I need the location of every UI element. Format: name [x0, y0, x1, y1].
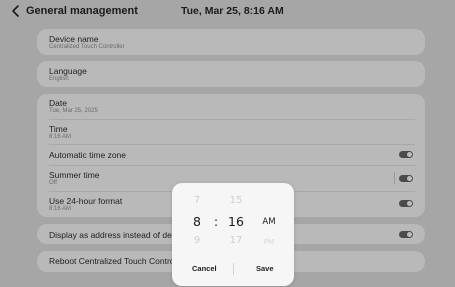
ampm-selected: AM — [262, 217, 276, 227]
time-row[interactable]: Time 8:16 AM — [49, 120, 415, 143]
summer-time-toggle[interactable] — [399, 175, 413, 182]
auto-timezone-title: Automatic time zone — [49, 150, 127, 160]
reboot-title: Reboot Centralized Touch Controller — [49, 256, 186, 266]
device-name-title: Device name — [49, 34, 99, 44]
language-card[interactable]: Language English — [37, 61, 425, 87]
device-name-card[interactable]: Device name Centralized Touch Controller — [37, 29, 425, 55]
time-colon: : — [214, 215, 219, 229]
summer-time-title: Summer time — [49, 170, 100, 180]
format-24h-value: 8:16 AM — [49, 206, 72, 212]
time-picker-dialog: 7 8 9 : 15 16 17 AM PM Cancel Save — [172, 183, 294, 286]
format-24h-title: Use 24-hour format — [49, 196, 123, 206]
language-title: Language — [49, 66, 87, 76]
button-separator — [233, 263, 234, 275]
ampm-next: PM — [263, 238, 275, 246]
toggle-separator — [394, 172, 395, 184]
minute-prev: 15 — [229, 195, 243, 206]
display-address-toggle[interactable] — [399, 231, 413, 238]
date-value: Tue, Mar 25, 2025 — [49, 108, 98, 114]
hour-next: 9 — [193, 235, 201, 246]
save-button[interactable]: Save — [256, 264, 274, 273]
minute-next: 17 — [229, 235, 243, 246]
hour-selected: 8 — [193, 214, 201, 229]
summer-time-value: Off — [49, 180, 57, 186]
time-value: 8:16 AM — [49, 134, 72, 140]
language-value: English — [49, 76, 69, 82]
top-bar: General management Tue, Mar 25, 8:16 AM — [0, 0, 455, 22]
page-title: General management — [26, 5, 138, 17]
format-24h-toggle[interactable] — [399, 200, 413, 207]
minute-selected: 16 — [228, 214, 244, 229]
status-clock: Tue, Mar 25, 8:16 AM — [181, 5, 284, 17]
auto-timezone-row[interactable]: Automatic time zone — [49, 145, 415, 165]
chevron-left-icon[interactable] — [10, 4, 22, 18]
time-title: Time — [49, 124, 68, 134]
hour-prev: 7 — [193, 195, 201, 206]
cancel-button[interactable]: Cancel — [192, 264, 217, 273]
auto-timezone-toggle[interactable] — [399, 151, 413, 158]
device-name-value: Centralized Touch Controller — [49, 44, 125, 50]
date-row[interactable]: Date Tue, Mar 25, 2025 — [49, 94, 415, 119]
date-title: Date — [49, 98, 67, 108]
